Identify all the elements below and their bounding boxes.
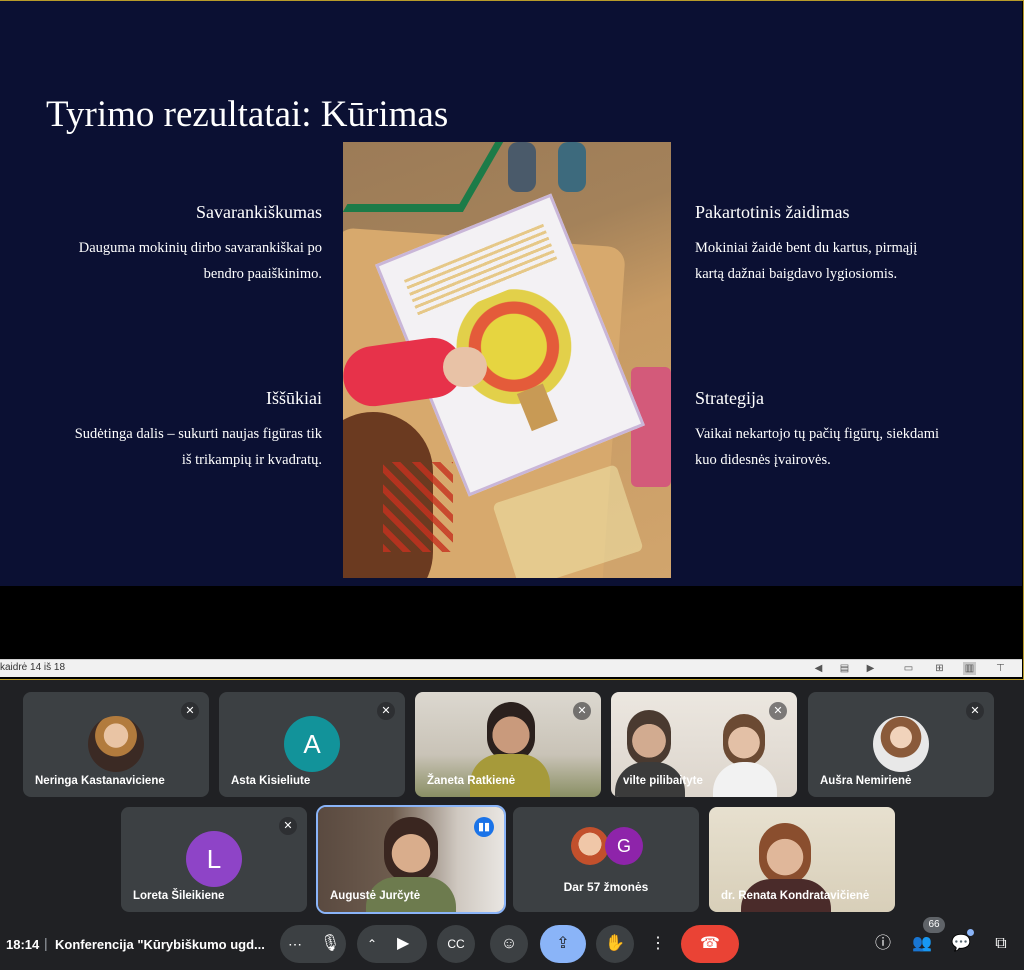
block-heading: Iššūkiai [266, 388, 322, 408]
slide-sorter-icon[interactable]: ⊞ [933, 662, 946, 675]
slide-menu-icon[interactable]: ▤ [838, 662, 851, 675]
block-strategija: Strategija Vaikai nekartojo tų pačių fig… [695, 388, 985, 473]
mic-off-icon: ✕ [966, 702, 984, 720]
mic-off-icon: ✕ [181, 702, 199, 720]
avatar: L [186, 831, 242, 887]
shared-screen: Tyrimo rezultatai: Kūrimas Savarankiškum… [0, 0, 1024, 680]
leave-call-button[interactable]: ☎ [681, 925, 739, 963]
block-heading: Savarankiškumas [196, 202, 322, 222]
mic-control-group: ⋯ 🎙 [280, 925, 346, 963]
mic-off-icon: ✕ [377, 702, 395, 720]
participant-tile[interactable]: L ✕ Loreta Šileikiene [121, 807, 307, 912]
avatar: A [284, 716, 340, 772]
participant-name: Augustė Jurčytė [330, 890, 421, 902]
info-icon[interactable]: ⓘ [872, 933, 894, 955]
leave-call-icon: ☎ [700, 935, 720, 952]
block-heading: Strategija [695, 388, 764, 408]
chevron-up-icon[interactable]: ⌃ [367, 925, 377, 963]
participant-name: Aušra Nemirienė [820, 775, 912, 787]
people-icon[interactable]: 👥 [911, 933, 933, 955]
participant-name: vilte pilibaityte [623, 775, 703, 787]
camera-control-group: ⌃ ▶ [357, 925, 427, 963]
raise-hand-icon: ✋ [605, 935, 625, 952]
clock: 18:14 [6, 937, 40, 952]
participant-tile[interactable]: ✕ Neringa Kastanaviciene [23, 692, 209, 797]
meet-window: Tyrimo rezultatai: Kūrimas Savarankiškum… [0, 0, 1024, 970]
block-text: kuo didesnės įvairovės. [695, 452, 831, 468]
meeting-title: Konferencija "Kūrybiškumo ugd... [55, 937, 265, 952]
block-heading: Pakartotinis žaidimas [695, 202, 850, 222]
participant-tile[interactable]: dr. Renata Kondratavičienė [709, 807, 895, 912]
more-options-icon[interactable]: ⋯ [288, 925, 302, 963]
avatar [88, 716, 144, 772]
block-text: bendro paaiškinimo. [203, 266, 322, 282]
presentation-slide: Tyrimo rezultatai: Kūrimas Savarankiškum… [0, 1, 1022, 586]
activities-icon[interactable]: ⧉ [990, 933, 1012, 955]
block-issukiai: Iššūkiai Sudėtinga dalis – sukurti nauja… [32, 388, 322, 473]
captions-icon: CC [447, 937, 465, 951]
avatar [873, 716, 929, 772]
block-text: Vaikai nekartojo tų pačių figūrų, siekda… [695, 426, 940, 442]
block-pakartotinis: Pakartotinis žaidimas Mokiniai žaidė ben… [695, 202, 985, 287]
more-participants-tile[interactable]: G Dar 57 žmonės [513, 807, 699, 912]
avatar [571, 827, 609, 865]
more-participants-label: Dar 57 žmonės [563, 880, 649, 894]
block-text: Dauguma mokinių dirbo savarankiškai po [78, 240, 322, 256]
call-controls-bar: 18:14 | Konferencija "Kūrybiškumo ugd...… [0, 915, 1024, 970]
previous-slide-icon[interactable]: ◀ [812, 662, 825, 675]
separator: | [44, 935, 48, 951]
block-text: Sudėtinga dalis – sukurti naujas figūras… [74, 426, 322, 442]
slide-title: Tyrimo rezultatai: Kūrimas [46, 94, 449, 135]
mic-off-icon: ✕ [769, 702, 787, 720]
block-text: iš trikampių ir kvadratų. [181, 452, 322, 468]
slide-counter: kaidrė 14 iš 18 [0, 662, 66, 673]
chat-notification-dot [967, 929, 974, 936]
slideshow-icon[interactable]: ⊤ [994, 662, 1007, 675]
participant-tile[interactable]: ✕ vilte pilibaityte [611, 692, 797, 797]
mic-off-icon: ✕ [573, 702, 591, 720]
participant-name: Žaneta Ratkienė [427, 775, 516, 787]
more-options-button[interactable]: ⋮ [646, 925, 670, 963]
participant-name: Asta Kisieliute [231, 775, 311, 787]
classroom-photo [343, 142, 671, 578]
emoji-button[interactable]: ☺ [490, 925, 528, 963]
captions-button[interactable]: CC [437, 925, 475, 963]
mic-icon[interactable]: 🎙 [320, 925, 340, 963]
present-screen-icon: ⇪ [556, 935, 570, 952]
emoji-icon: ☺ [500, 935, 518, 952]
present-button[interactable]: ⇪ [540, 925, 586, 963]
raise-hand-button[interactable]: ✋ [596, 925, 634, 963]
chat-icon[interactable]: 💬 [950, 933, 972, 955]
normal-view-icon[interactable]: ▭ [902, 662, 915, 675]
avatar: G [605, 827, 643, 865]
more-options-icon: ⋮ [650, 935, 666, 952]
participant-tile[interactable]: A ✕ Asta Kisieliute [219, 692, 405, 797]
presentation-viewer-bar: kaidrė 14 iš 18 ◀ ▤ ▶ ▭ ⊞ ▥ ⊤ [0, 659, 1022, 677]
block-savarankiskumas: Savarankiškumas Dauguma mokinių dirbo sa… [32, 202, 322, 287]
block-text: kartą dažnai baigdavo lygiosiomis. [695, 266, 898, 282]
reading-view-icon[interactable]: ▥ [963, 662, 976, 675]
block-text: Mokiniai žaidė bent du kartus, pirmąjį [695, 240, 918, 256]
participant-tile[interactable]: ✕ Aušra Nemirienė [808, 692, 994, 797]
people-count-badge: 66 [923, 917, 945, 933]
speaking-indicator-icon: ▮▮ [474, 817, 494, 837]
mic-off-icon: ✕ [279, 817, 297, 835]
participant-name: Loreta Šileikiene [133, 890, 225, 902]
participant-tile[interactable]: ✕ Žaneta Ratkienė [415, 692, 601, 797]
participant-name: dr. Renata Kondratavičienė [721, 890, 870, 902]
next-slide-icon[interactable]: ▶ [864, 662, 877, 675]
participant-name: Neringa Kastanaviciene [35, 775, 165, 787]
camera-icon[interactable]: ▶ [397, 925, 409, 963]
participant-tile-active-speaker[interactable]: ▮▮ Augustė Jurčytė [316, 805, 506, 914]
